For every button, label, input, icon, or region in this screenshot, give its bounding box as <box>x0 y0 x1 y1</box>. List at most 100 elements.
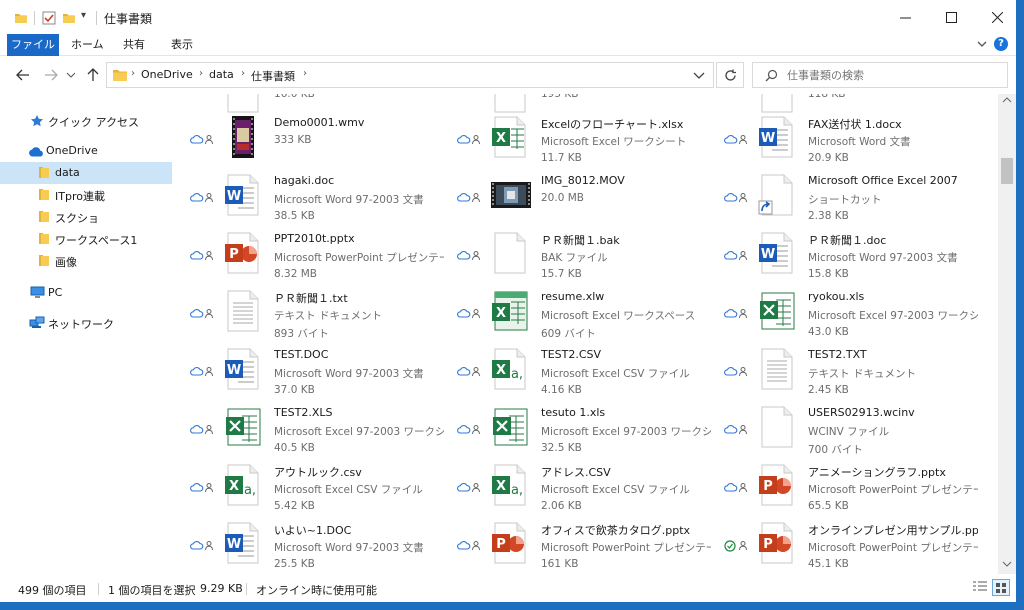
cloud-status-icon <box>724 366 747 377</box>
breadcrumb-current[interactable]: 仕事書類 <box>251 68 295 84</box>
xls-file-icon <box>493 408 528 446</box>
file-tile[interactable]: Whagaki.doc Microsoft Word 97-2003 文書 38.5… <box>180 174 446 232</box>
help-icon[interactable]: ? <box>994 37 1008 51</box>
file-tile[interactable]: Xa, TEST2.CSV Microsoft Excel CSV ファイル 4.16… <box>447 348 713 406</box>
file-tile[interactable]: USERS02913.wcinv WCINV ファイル 700 バイト <box>714 406 980 464</box>
properties-icon[interactable] <box>42 11 56 25</box>
expand-ribbon-icon[interactable] <box>976 38 988 50</box>
address-bar[interactable]: › OneDrive › data › 仕事書類 › <box>106 62 714 88</box>
status-separator <box>246 583 247 595</box>
file-tile[interactable]: Xresume.xlw Microsoft Excel ワークスペース 609 バイ… <box>447 290 713 348</box>
refresh-icon <box>724 69 736 81</box>
file-tile[interactable]: P オフィスで飲茶カタログ.pptx Microsoft PowerPoint プレ… <box>447 522 713 574</box>
minimize-button[interactable] <box>882 0 928 34</box>
svg-text:P: P <box>763 537 773 552</box>
file-tile[interactable]: IMG_8012.MOV 20.0 MB <box>447 174 713 232</box>
new-folder-icon[interactable] <box>62 11 76 25</box>
folder-icon[interactable] <box>14 11 28 25</box>
scrollbar-thumb[interactable] <box>1001 158 1013 184</box>
search-box[interactable] <box>752 62 1008 88</box>
synced-status-icon <box>724 540 747 552</box>
tab-share[interactable]: 共有 <box>115 34 153 56</box>
file-name: アニメーショングラフ.pptx <box>808 466 946 479</box>
movie-file-icon <box>491 182 531 208</box>
blank-file-icon <box>494 232 526 274</box>
file-tile[interactable]: X Excelのフローチャート.xlsx Microsoft Excel ワークシー… <box>447 116 713 174</box>
cloud-status-icon <box>457 424 480 435</box>
close-button[interactable] <box>974 0 1016 34</box>
forward-button[interactable] <box>42 66 60 84</box>
scroll-up-icon[interactable] <box>1002 96 1012 104</box>
word-file-icon: W <box>225 522 259 564</box>
file-type: Microsoft Excel CSV ファイル <box>541 484 690 496</box>
quick-access-separator <box>34 11 35 25</box>
file-tile[interactable]: P アニメーショングラフ.pptx Microsoft PowerPoint プレゼ… <box>714 464 980 522</box>
sidebar-item-label: PC <box>48 286 63 299</box>
details-view-icon[interactable] <box>972 580 988 594</box>
svg-text:a,: a, <box>244 483 256 498</box>
file-name: IMG_8012.MOV <box>541 174 625 187</box>
maximize-button[interactable] <box>928 0 974 34</box>
file-size: 5.42 KB <box>274 500 315 512</box>
file-tile[interactable]: Demo0001.wmv 333 KB <box>180 116 446 174</box>
customize-toolbar-icon[interactable]: ▾ <box>81 10 86 24</box>
file-tile[interactable]: ryokou.xls Microsoft Excel 97-2003 ワークシート… <box>714 290 980 348</box>
file-tile-partial[interactable]: 195 KB <box>447 94 713 113</box>
file-size: 195 KB <box>541 94 579 100</box>
file-size: 2.38 KB <box>808 210 849 222</box>
refresh-button[interactable] <box>716 62 744 88</box>
file-tile[interactable]: W TEST.DOC Microsoft Word 97-2003 文書 37.0 K… <box>180 348 446 406</box>
search-input[interactable] <box>787 66 997 84</box>
file-tile[interactable]: W FAX送付状 1.docx Microsoft Word 文書 20.9 KB <box>714 116 980 174</box>
file-size: 20.9 KB <box>808 152 849 164</box>
file-tile[interactable]: tesuto 1.xls Microsoft Excel 97-2003 ワークシ… <box>447 406 713 464</box>
sidebar-item-workspace[interactable]: ワークスペース1 <box>0 228 172 250</box>
file-tile[interactable]: TEST2.XLS Microsoft Excel 97-2003 ワークシート 4… <box>180 406 446 464</box>
csv-file-icon: Xa, <box>225 464 259 506</box>
breadcrumb-onedrive[interactable]: OneDrive <box>141 68 193 81</box>
file-name: ryokou.xls <box>808 290 865 303</box>
file-name: hagaki.doc <box>274 174 335 187</box>
vertical-scrollbar[interactable] <box>998 94 1016 574</box>
sidebar-item-pc[interactable]: PC <box>0 282 172 304</box>
text-file-icon <box>227 290 259 332</box>
file-tile[interactable]: P PPT2010t.pptx Microsoft PowerPoint プレゼンテ… <box>180 232 446 290</box>
back-button[interactable] <box>14 66 32 84</box>
file-type: Microsoft Word 97-2003 文書 <box>274 194 424 206</box>
up-button[interactable] <box>84 66 102 84</box>
svg-text:X: X <box>496 131 506 146</box>
scroll-down-icon[interactable] <box>1002 560 1012 568</box>
file-name: ＰＲ新聞１.txt <box>274 292 348 305</box>
sidebar-item-network[interactable]: ネットワーク <box>0 312 172 334</box>
file-tile[interactable]: ＰＲ新聞１.bak BAK ファイル 15.7 KB <box>447 232 713 290</box>
breadcrumb-separator: › <box>131 68 135 79</box>
shortcut-file-icon <box>758 174 793 216</box>
breadcrumb-data[interactable]: data <box>209 68 234 81</box>
csv-file-icon: Xa, <box>492 348 526 390</box>
sidebar-item-images[interactable]: 画像 <box>0 250 172 272</box>
file-tile[interactable]: ＰＲ新聞１.txt テキスト ドキュメント 893 バイト <box>180 290 446 348</box>
chevron-down-icon[interactable] <box>693 71 705 81</box>
recent-locations-button[interactable] <box>62 66 80 84</box>
sidebar-item-quick-access[interactable]: クイック アクセス <box>0 110 172 132</box>
sidebar-item-itpro[interactable]: ITpro連載 <box>0 184 172 206</box>
file-tile[interactable]: TEST2.TXT テキスト ドキュメント 2.45 KB <box>714 348 980 406</box>
file-tile[interactable]: P オンラインプレゼン用サンプル.pptx Microsoft PowerPoint… <box>714 522 980 574</box>
tab-home[interactable]: ホーム <box>63 34 112 56</box>
file-tile[interactable]: Xa, アウトルック.csv Microsoft Excel CSV ファイル 5.4… <box>180 464 446 522</box>
cloud-status-icon <box>457 366 480 377</box>
sidebar-item-screenshots[interactable]: スクショ <box>0 206 172 228</box>
file-tile-partial[interactable]: 118 KB <box>714 94 980 113</box>
file-tile-partial[interactable]: 16.0 KB <box>180 94 446 113</box>
tab-view[interactable]: 表示 <box>163 34 201 56</box>
title-separator <box>96 11 97 25</box>
file-tile[interactable]: W ＰＲ新聞１.doc Microsoft Word 97-2003 文書 15.8 … <box>714 232 980 290</box>
file-tile[interactable]: W いよい~1.DOC Microsoft Word 97-2003 文書 25.5 … <box>180 522 446 574</box>
sidebar-item-onedrive[interactable]: OneDrive <box>0 140 172 162</box>
sidebar-item-data[interactable]: data <box>0 162 172 184</box>
tab-file[interactable]: ファイル <box>7 34 59 56</box>
file-tile[interactable]: Xa, アドレス.CSV Microsoft Excel CSV ファイル 2.06 … <box>447 464 713 522</box>
file-tile[interactable]: Microsoft Office Excel 2007 ショートカット 2.38 K… <box>714 174 980 232</box>
cloud-icon <box>29 147 43 157</box>
tiles-view-button[interactable] <box>992 579 1010 596</box>
